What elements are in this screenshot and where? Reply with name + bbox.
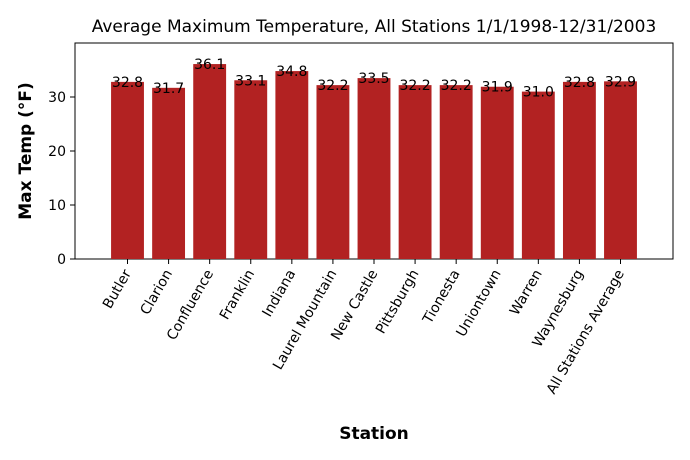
bar <box>234 80 268 259</box>
bars-layer <box>111 64 637 260</box>
data-label: 33.5 <box>358 71 389 87</box>
x-tick-label: Indiana <box>260 267 300 320</box>
x-tick-label: All Stations Average <box>544 267 628 397</box>
data-label: 32.2 <box>399 78 430 94</box>
x-tick-label: Franklin <box>217 267 258 323</box>
data-label: 32.2 <box>441 78 472 94</box>
bar <box>398 85 432 260</box>
bar-chart: Average Maximum Temperature, All Station… <box>16 17 674 444</box>
x-axis-title: Station <box>339 424 409 444</box>
data-label: 31.0 <box>523 85 554 101</box>
bar <box>357 78 391 259</box>
x-tick-label: Butler <box>100 267 135 312</box>
x-axis: Butler ClarionConfluence Franklin IndianaLa… <box>100 259 628 397</box>
data-label: 32.8 <box>564 75 595 91</box>
x-tick-label: Tionesta <box>420 267 464 327</box>
y-axis: 0 10 20 30 <box>48 90 75 268</box>
data-label: 32.2 <box>317 78 348 94</box>
y-tick-label: 10 <box>48 198 66 214</box>
y-tick-label: 30 <box>48 90 66 106</box>
data-label: 32.8 <box>112 75 143 91</box>
bar <box>480 86 514 260</box>
bar <box>316 85 350 260</box>
bar <box>604 81 637 259</box>
bar <box>111 81 144 259</box>
chart-title: Average Maximum Temperature, All Station… <box>92 17 657 37</box>
data-label: 31.9 <box>482 80 513 96</box>
bar <box>152 87 186 259</box>
bar <box>521 91 555 259</box>
x-tick-label: Clarion <box>138 267 177 318</box>
data-label: 36.1 <box>194 57 225 73</box>
bar <box>439 85 473 260</box>
bar <box>275 71 309 259</box>
bar <box>193 64 227 259</box>
data-label: 32.9 <box>605 74 636 90</box>
x-tick-label: Pittsburgh <box>373 267 423 337</box>
data-label: 31.7 <box>153 81 184 97</box>
y-axis-title: Max Temp (°F) <box>16 82 36 220</box>
x-tick-label: Warren <box>507 267 546 318</box>
bar <box>562 81 596 259</box>
y-tick-label: 0 <box>57 252 66 268</box>
data-label: 33.1 <box>235 73 266 89</box>
data-label: 34.8 <box>276 64 307 80</box>
y-tick-label: 20 <box>48 144 66 160</box>
